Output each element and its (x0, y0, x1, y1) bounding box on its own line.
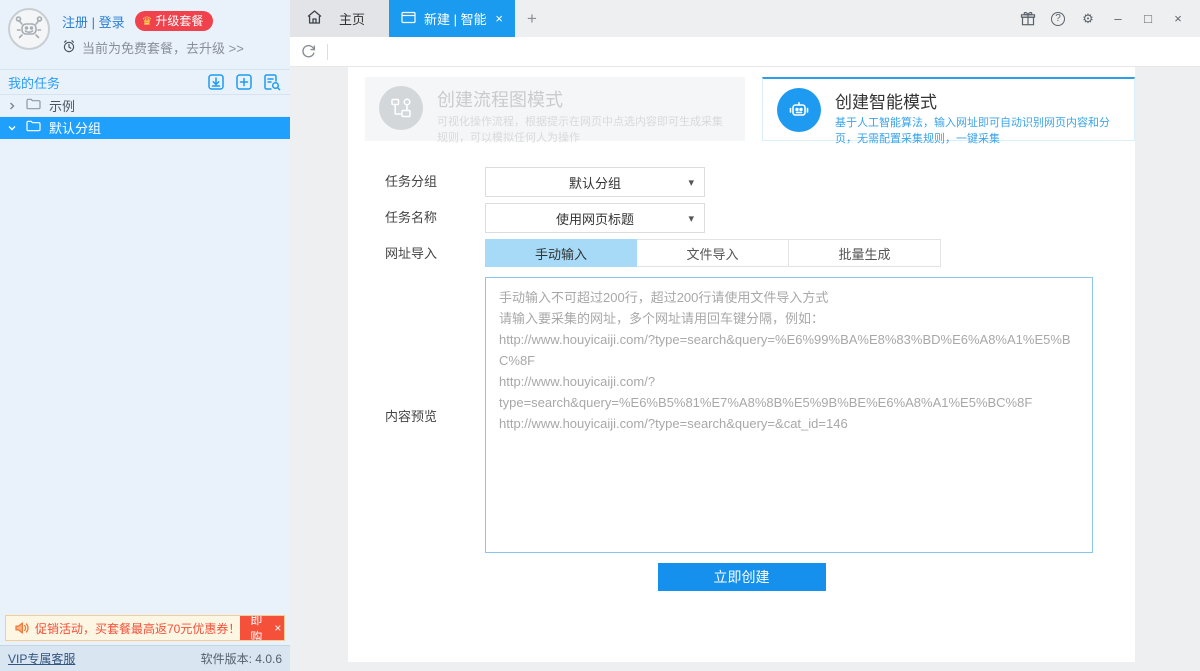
mode-cards: 创建流程图模式 可视化操作流程，根据提示在网页中点选内容即可生成采集规则，可以模… (365, 77, 1135, 141)
smart-mode-card[interactable]: 创建智能模式 基于人工智能算法，输入网址即可自动识别网页内容和分页，无需配置采集… (762, 77, 1135, 141)
tab-manual-input[interactable]: 手动输入 (485, 239, 637, 267)
speaker-icon (6, 621, 35, 635)
window-controls: ? ⚙ – □ × (1006, 0, 1200, 37)
buy-now-button[interactable]: 立即购买 (240, 616, 272, 640)
tab-home[interactable]: 主页 (290, 0, 389, 37)
task-group-value: 默认分组 (569, 173, 621, 192)
task-group-select[interactable]: 默认分组 ▾ (485, 167, 705, 197)
crab-logo-icon (14, 13, 44, 46)
promo-close-icon[interactable]: × (272, 616, 285, 640)
flowchart-mode-title: 创建流程图模式 (437, 86, 731, 112)
tasks-header: 我的任务 (0, 69, 290, 95)
crown-icon: ♛ (142, 11, 153, 31)
settings-gear-icon[interactable]: ⚙ (1080, 11, 1096, 27)
tab-label: 新建 | 智能... (424, 9, 487, 28)
caret-down-icon: ▾ (688, 212, 694, 225)
app-version: 软件版本: 4.0.6 (201, 650, 282, 667)
app-window: 注册 | 登录 ♛升级套餐 当前为免费套餐，去升级 >> 我的任务 (0, 0, 1200, 671)
flowchart-mode-desc: 可视化操作流程，根据提示在网页中点选内容即可生成采集规则，可以模拟任何人为操作 (437, 115, 731, 147)
smart-mode-desc: 基于人工智能算法，输入网址即可自动识别网页内容和分页，无需配置采集规则，一键采集 (835, 116, 1120, 148)
chevron-down-icon (8, 123, 18, 133)
alarm-clock-icon (62, 39, 76, 56)
url-input-placeholder: 手动输入不可超过200行，超过200行请使用文件导入方式 请输入要采集的网址，多… (499, 287, 1079, 434)
main-column: 主页 新建 | 智能... × + ? ⚙ – (290, 0, 1200, 671)
create-now-button[interactable]: 立即创建 (658, 563, 826, 591)
task-name-value: 使用网页标题 (556, 209, 634, 228)
new-task-panel: 创建流程图模式 可视化操作流程，根据提示在网页中点选内容即可生成采集规则，可以模… (348, 67, 1135, 662)
sidebar-footer: VIP专属客服 软件版本: 4.0.6 (0, 645, 290, 671)
promo-banner: 促销活动，买套餐最高返70元优惠券！ 立即购买 × (5, 615, 285, 641)
tree-item-default-group[interactable]: 默认分组 (0, 117, 290, 139)
close-window-icon[interactable]: × (1170, 11, 1186, 27)
url-import-label: 网址导入 (385, 239, 485, 269)
sidebar: 注册 | 登录 ♛升级套餐 当前为免费套餐，去升级 >> 我的任务 (0, 0, 290, 671)
free-plan-notice[interactable]: 当前为免费套餐，去升级 >> (82, 38, 244, 57)
tab-file-import[interactable]: 文件导入 (637, 239, 789, 267)
tab-home-label: 主页 (339, 9, 365, 28)
tab-bar: 主页 新建 | 智能... × + ? ⚙ – (290, 0, 1200, 37)
add-group-icon[interactable] (234, 72, 254, 92)
tab-new-smart-task[interactable]: 新建 | 智能... × (389, 0, 515, 37)
window-icon (401, 11, 416, 27)
content-area: 创建流程图模式 可视化操作流程，根据提示在网页中点选内容即可生成采集规则，可以模… (290, 67, 1200, 671)
tab-close-icon[interactable]: × (495, 11, 503, 26)
tree-item-label: 示例 (49, 96, 75, 115)
new-task-form: 任务分组 默认分组 ▾ 任务名称 使用网页标题 ▾ (348, 167, 1135, 591)
robot-icon (777, 88, 821, 132)
flowchart-mode-card[interactable]: 创建流程图模式 可视化操作流程，根据提示在网页中点选内容即可生成采集规则，可以模… (365, 77, 745, 141)
task-name-select[interactable]: 使用网页标题 ▾ (485, 203, 705, 233)
url-import-tabs: 手动输入 文件导入 批量生成 (485, 239, 941, 269)
gift-icon[interactable] (1020, 11, 1036, 27)
tab-batch-generate[interactable]: 批量生成 (789, 239, 941, 267)
user-block: 注册 | 登录 ♛升级套餐 当前为免费套餐，去升级 >> (0, 0, 290, 61)
upgrade-badge-button[interactable]: ♛升级套餐 (135, 11, 214, 31)
chevron-right-icon (8, 101, 18, 111)
refresh-icon[interactable] (300, 43, 317, 60)
new-tab-button[interactable]: + (515, 0, 549, 37)
vip-support-link[interactable]: VIP专属客服 (8, 650, 75, 667)
promo-text: 促销活动，买套餐最高返70元优惠券！ (35, 620, 240, 637)
home-icon (306, 9, 323, 28)
task-group-label: 任务分组 (385, 167, 485, 197)
task-tree: 示例 默认分组 (0, 95, 290, 139)
register-login-link[interactable]: 注册 | 登录 (62, 12, 125, 31)
task-name-label: 任务名称 (385, 203, 485, 233)
folder-icon (26, 98, 41, 113)
my-tasks-title: 我的任务 (8, 73, 60, 92)
user-lines: 注册 | 登录 ♛升级套餐 当前为免费套餐，去升级 >> (62, 8, 244, 57)
search-task-icon[interactable] (262, 72, 282, 92)
minimize-icon[interactable]: – (1110, 11, 1126, 27)
url-input-area[interactable]: 手动输入不可超过200行，超过200行请使用文件导入方式 请输入要采集的网址，多… (485, 277, 1093, 553)
content-preview-label: 内容预览 (385, 406, 485, 425)
upgrade-badge-label: 升级套餐 (155, 11, 203, 31)
tree-item-label: 默认分组 (49, 118, 101, 137)
help-icon[interactable]: ? (1050, 11, 1066, 27)
caret-down-icon: ▾ (688, 176, 694, 189)
tree-item-examples[interactable]: 示例 (0, 95, 290, 117)
flowchart-icon (379, 86, 423, 130)
import-task-icon[interactable] (206, 72, 226, 92)
avatar[interactable] (8, 8, 50, 50)
browser-toolbar (290, 37, 1200, 67)
smart-mode-title: 创建智能模式 (835, 88, 1120, 113)
folder-icon (26, 120, 41, 135)
toolbar-divider (327, 44, 328, 60)
maximize-icon[interactable]: □ (1140, 11, 1156, 27)
